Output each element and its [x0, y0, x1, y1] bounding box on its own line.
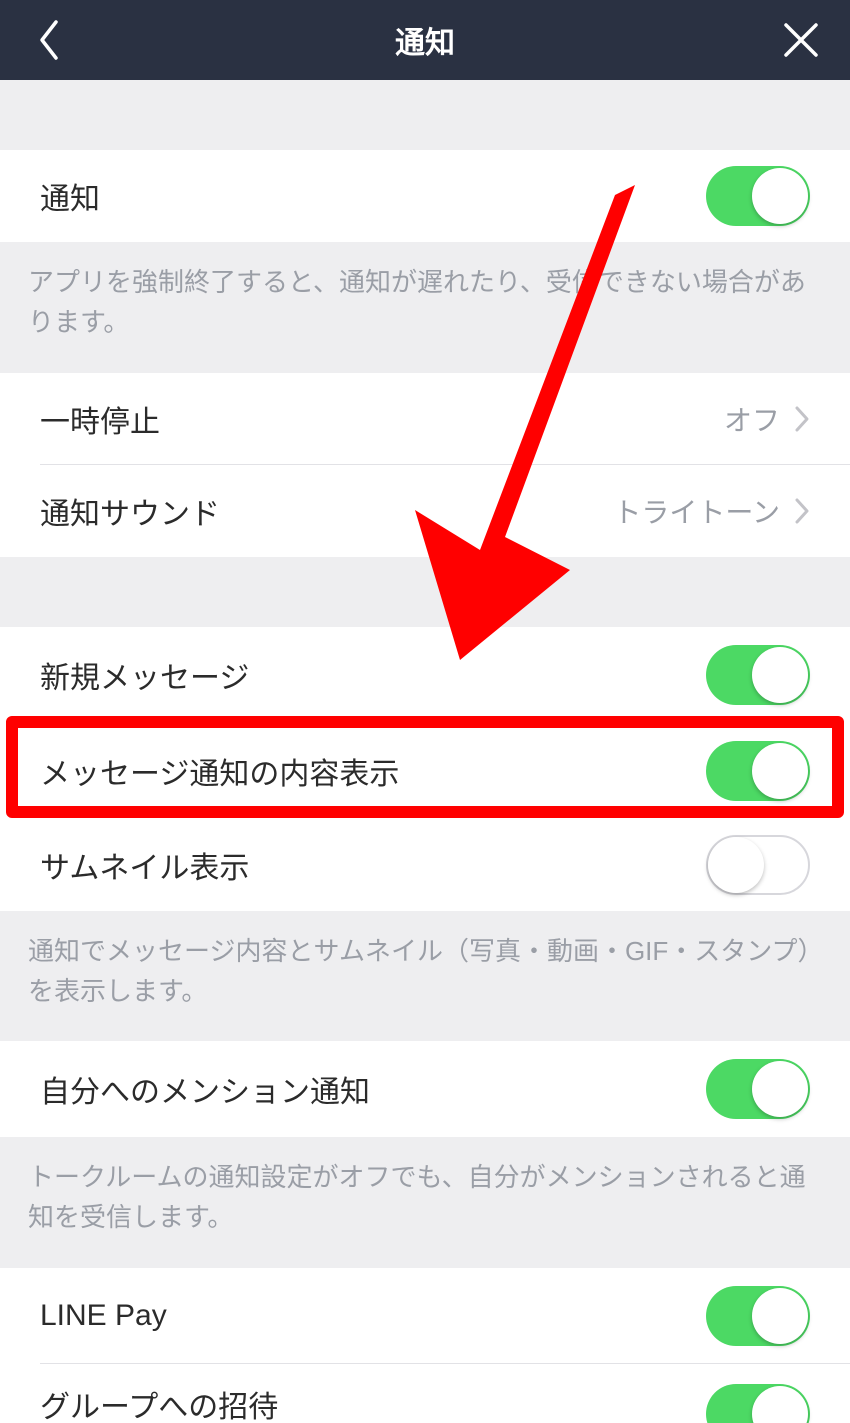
thumbnail-label: サムネイル表示: [40, 843, 249, 887]
new-message-row: 新規メッセージ: [0, 627, 850, 723]
content-display-label: メッセージ通知の内容表示: [40, 749, 399, 793]
close-icon: [782, 21, 820, 59]
notifications-toggle[interactable]: [706, 166, 810, 226]
sound-value: トライトーン: [613, 491, 780, 531]
new-message-toggle[interactable]: [706, 645, 810, 705]
linepay-toggle[interactable]: [706, 1286, 810, 1346]
pause-row[interactable]: 一時停止 オフ: [0, 373, 850, 465]
chevron-left-icon: [36, 18, 62, 62]
sound-label: 通知サウンド: [40, 489, 220, 533]
mention-row: 自分へのメンション通知: [0, 1041, 850, 1137]
pause-label: 一時停止: [40, 397, 160, 441]
pause-value: オフ: [724, 399, 780, 439]
thumbnail-footer: 通知でメッセージ内容とサムネイル（写真・動画・GIF・スタンプ）を表示します。: [0, 911, 850, 1042]
linepay-row: LINE Pay: [0, 1268, 850, 1364]
thumbnail-toggle[interactable]: [706, 835, 810, 895]
notifications-footer: アプリを強制終了すると、通知が遅れたり、受信できない場合があります。: [0, 242, 850, 373]
content-display-toggle[interactable]: [706, 741, 810, 801]
notifications-label: 通知: [40, 174, 100, 218]
content-display-row: メッセージ通知の内容表示: [0, 723, 850, 819]
notifications-row: 通知: [0, 150, 850, 242]
section-spacer: [0, 557, 850, 627]
sound-row[interactable]: 通知サウンド トライトーン: [0, 465, 850, 557]
chevron-right-icon: [794, 497, 810, 525]
group-invite-row: グループへの招待: [0, 1364, 850, 1423]
back-button[interactable]: [24, 15, 74, 65]
linepay-label: LINE Pay: [40, 1299, 167, 1333]
page-title: 通知: [395, 18, 455, 62]
mention-footer: トークルームの通知設定がオフでも、自分がメンションされると通知を受信します。: [0, 1137, 850, 1268]
new-message-label: 新規メッセージ: [40, 653, 249, 697]
navigation-header: 通知: [0, 0, 850, 80]
section-spacer: [0, 80, 850, 150]
thumbnail-row: サムネイル表示: [0, 819, 850, 911]
chevron-right-icon: [794, 405, 810, 433]
mention-toggle[interactable]: [706, 1059, 810, 1119]
close-button[interactable]: [776, 15, 826, 65]
group-invite-label: グループへの招待: [40, 1382, 278, 1423]
group-invite-toggle[interactable]: [706, 1384, 810, 1423]
mention-label: 自分へのメンション通知: [40, 1067, 370, 1111]
